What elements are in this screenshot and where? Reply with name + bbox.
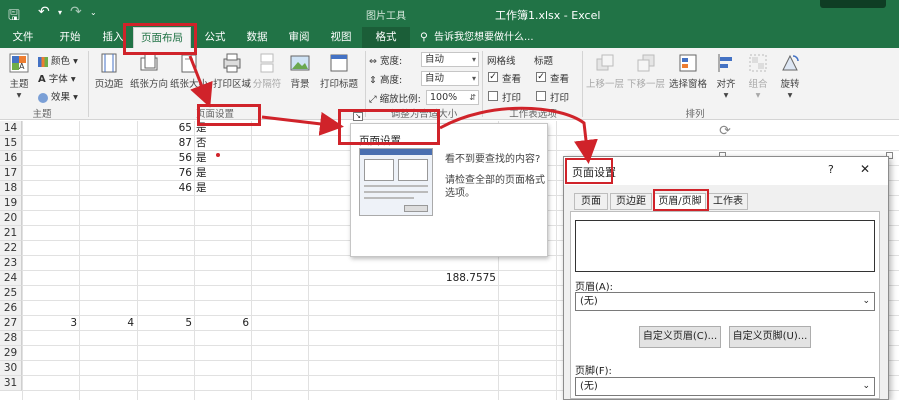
arrow-group-to-launcher xyxy=(261,111,344,136)
arrow-launcher-to-dialog xyxy=(439,106,598,164)
annotation-arrows xyxy=(188,55,598,164)
arrow-tab-to-group xyxy=(188,55,213,108)
